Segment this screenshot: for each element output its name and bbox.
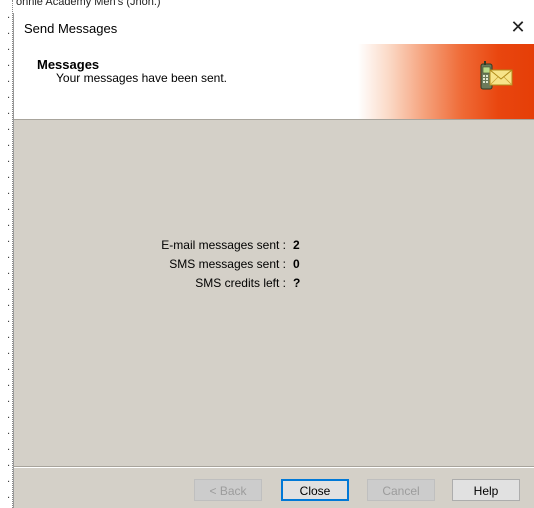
background-window-edge-mark: · bbox=[7, 157, 11, 168]
background-window-edge-mark: · bbox=[7, 477, 11, 488]
background-window-edge-mark: · bbox=[7, 461, 11, 472]
background-window-edge-mark: · bbox=[7, 93, 11, 104]
sms-sent-value: 0 bbox=[293, 257, 300, 271]
background-window-edge-mark: · bbox=[7, 29, 11, 40]
background-window-title: onnie Academy Men's (Jnon.) bbox=[16, 0, 161, 8]
stat-row-credits: SMS credits left : ? bbox=[14, 276, 534, 292]
background-window-edge-mark: · bbox=[7, 237, 11, 248]
dialog-titlebar: Send Messages ✕ bbox=[14, 13, 534, 44]
sms-credits-label: SMS credits left : bbox=[195, 276, 286, 290]
background-window-edge-mark: · bbox=[7, 189, 11, 200]
background-window-edge-mark: · bbox=[7, 109, 11, 120]
background-window-edge-mark: · bbox=[7, 45, 11, 56]
background-window-edge-mark: · bbox=[7, 397, 11, 408]
background-window-edge-mark: · bbox=[7, 205, 11, 216]
send-messages-dialog: Send Messages ✕ Messages Your messages h… bbox=[13, 13, 534, 508]
cancel-button[interactable]: Cancel bbox=[367, 479, 435, 501]
background-window-edge-mark: · bbox=[7, 445, 11, 456]
email-sent-value: 2 bbox=[293, 238, 300, 252]
phone-mail-icon bbox=[480, 61, 513, 90]
background-window-edge-mark: · bbox=[7, 173, 11, 184]
background-window-edge-mark: · bbox=[7, 301, 11, 312]
background-window-edge-mark: · bbox=[7, 13, 11, 24]
back-button[interactable]: < Back bbox=[194, 479, 262, 501]
close-icon[interactable]: ✕ bbox=[507, 17, 529, 39]
background-window-edge-mark: · bbox=[7, 365, 11, 376]
background-window-edge-mark: · bbox=[7, 61, 11, 72]
header-subtitle: Your messages have been sent. bbox=[56, 71, 228, 85]
screen: · · · · · · · · · · · · · · · · · · · · · · · · · · · · · · · onnie Ac… bbox=[0, 0, 534, 508]
background-window-edge-mark: · bbox=[7, 141, 11, 152]
stat-row-email: E-mail messages sent : 2 bbox=[14, 238, 534, 254]
wizard-footer: < Back Close Cancel Help bbox=[14, 468, 534, 508]
background-window-edge-mark: · bbox=[7, 253, 11, 264]
help-button[interactable]: Help bbox=[452, 479, 520, 501]
background-window-edge-mark: · bbox=[7, 413, 11, 424]
background-window-edge-mark: · bbox=[7, 333, 11, 344]
close-button[interactable]: Close bbox=[281, 479, 349, 501]
wizard-body: E-mail messages sent : 2 SMS messages se… bbox=[14, 120, 534, 476]
background-window-edge-mark: · bbox=[7, 77, 11, 88]
header-title: Messages bbox=[37, 57, 100, 72]
sms-credits-value: ? bbox=[293, 276, 301, 290]
background-window-edge-mark: · bbox=[7, 429, 11, 440]
sms-sent-label: SMS messages sent : bbox=[169, 257, 286, 271]
wizard-header: Messages Your messages have been sent. bbox=[14, 44, 534, 119]
background-window-edge-mark: · bbox=[7, 125, 11, 136]
background-window-edge-mark: · bbox=[7, 221, 11, 232]
background-window-edge-mark: · bbox=[7, 349, 11, 360]
background-window-edge-mark: · bbox=[7, 493, 11, 504]
email-sent-label: E-mail messages sent : bbox=[161, 238, 286, 252]
background-window-edge-mark: · bbox=[7, 381, 11, 392]
background-window-edge: · · · · · · · · · · · · · · · · · · · · · · · · · · · · · · · bbox=[0, 0, 13, 508]
stat-row-sms: SMS messages sent : 0 bbox=[14, 257, 534, 273]
dialog-title: Send Messages bbox=[24, 21, 118, 36]
background-window-edge-mark: · bbox=[7, 269, 11, 280]
background-window-edge-mark: · bbox=[7, 285, 11, 296]
background-window-edge-mark: · bbox=[7, 317, 11, 328]
